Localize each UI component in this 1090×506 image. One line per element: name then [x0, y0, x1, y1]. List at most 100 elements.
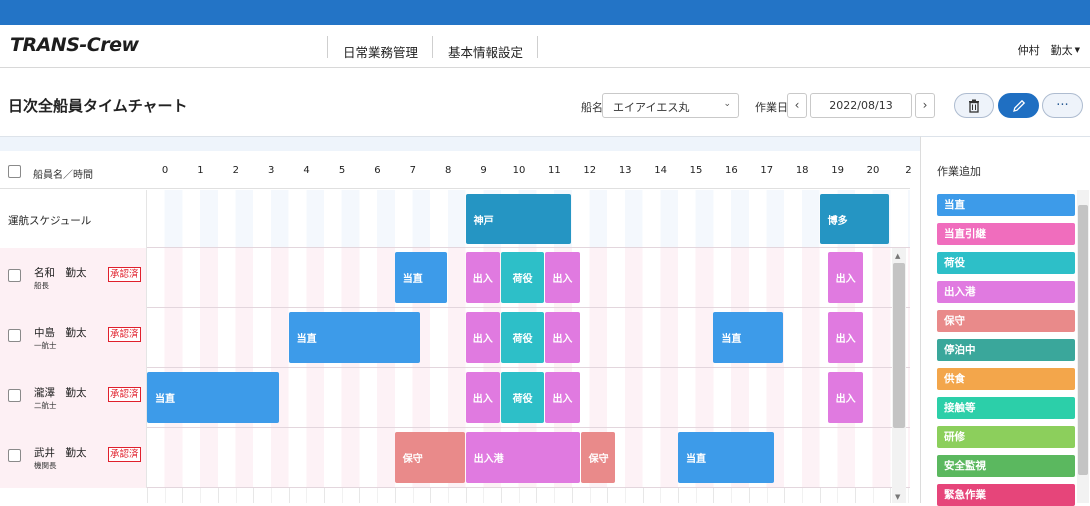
delete-button[interactable] [954, 93, 994, 118]
header-crew-time-label: 船員名／時間 [33, 170, 93, 181]
caret-down-icon: ▼ [1074, 46, 1080, 54]
task-bar[interactable]: 荷役 [501, 312, 545, 363]
crew-checkbox[interactable] [8, 449, 21, 462]
approved-stamp: 承認済 [108, 447, 141, 462]
side-scroll-thumb[interactable] [1078, 205, 1088, 475]
crew-checkbox[interactable] [8, 269, 21, 282]
hour-label: 11 [548, 165, 561, 176]
hour-label: 17 [760, 165, 774, 176]
side-panel-title: 作業追加 [937, 165, 981, 178]
hour-label: 5 [338, 165, 346, 176]
hour-label: 15 [689, 165, 703, 176]
task-bar[interactable]: 出入 [828, 372, 863, 423]
task-bar[interactable]: 当直 [394, 252, 447, 303]
date-input[interactable]: 2022/08/13 [810, 93, 912, 118]
hour-label: 20 [866, 165, 880, 176]
task-bar[interactable]: 出入 [545, 252, 580, 303]
hour-label: 2 [232, 165, 239, 176]
task-bar[interactable]: 当直 [288, 312, 421, 363]
task-bar[interactable]: 当直 [147, 372, 279, 423]
hour-label: 2 [905, 165, 912, 176]
crew-checkbox[interactable] [8, 329, 21, 342]
crew-role: 一航士 [34, 341, 57, 350]
scroll-up-icon[interactable]: ▲ [895, 252, 900, 260]
nav-daily-work[interactable]: 日常業務管理 [343, 42, 418, 61]
hour-label: 16 [725, 165, 738, 176]
crew-role: 機関長 [34, 461, 57, 470]
schedule-bar[interactable]: 博多 [819, 194, 890, 244]
next-date-button[interactable]: › [915, 93, 935, 118]
ship-select[interactable]: エイアイエス丸 ⌄ [602, 93, 739, 118]
scroll-down-icon[interactable]: ▼ [895, 493, 900, 501]
schedule-label: 運航スケジュール [8, 215, 92, 227]
task-bar[interactable]: 出入 [828, 252, 863, 303]
user-name: 仲村 勤太 [1017, 44, 1073, 57]
ship-label: 船名 [581, 101, 603, 114]
crew-name: 瀧澤 勤太 [34, 387, 87, 399]
top-accent-bar [0, 0, 1090, 25]
task-bar[interactable]: 荷役 [501, 372, 545, 423]
navbar: TRANS-Crew [0, 25, 1090, 68]
task-palette-item[interactable]: 接触等 [937, 397, 1075, 419]
task-palette-item[interactable]: 当直 [937, 194, 1075, 216]
hour-label: 4 [303, 165, 310, 176]
task-palette-item[interactable]: 当直引継 [937, 223, 1075, 245]
approved-stamp: 承認済 [108, 327, 141, 342]
task-bar[interactable]: 出入 [545, 312, 580, 363]
chart-top-band [0, 137, 920, 151]
crew-name: 中島 勤太 [34, 327, 87, 339]
task-bar[interactable]: 出入 [465, 372, 500, 423]
ship-select-value: エイアイエス丸 [613, 101, 690, 114]
work-date-label: 作業日 [755, 101, 788, 114]
task-palette-item[interactable]: 保守 [937, 310, 1075, 332]
task-palette-item[interactable]: 出入港 [937, 281, 1075, 303]
hour-label: 7 [409, 165, 416, 176]
schedule-bar[interactable]: 神戸 [465, 194, 571, 244]
hour-label: 13 [618, 165, 632, 176]
crew-checkbox[interactable] [8, 389, 21, 402]
hour-label: 8 [445, 165, 452, 176]
hour-label: 0 [161, 165, 169, 176]
app-logo[interactable]: TRANS-Crew [10, 34, 139, 56]
task-palette-item[interactable]: 安全監視 [937, 455, 1075, 477]
task-palette-item[interactable]: 研修 [937, 426, 1075, 448]
select-all-checkbox[interactable] [8, 165, 21, 178]
task-bar[interactable]: 当直 [713, 312, 784, 363]
task-palette-item[interactable]: 荷役 [937, 252, 1075, 274]
task-bar[interactable]: 保守 [394, 432, 465, 483]
nav-basic-settings[interactable]: 基本情報設定 [448, 42, 523, 61]
task-bar[interactable]: 出入 [828, 312, 863, 363]
more-button[interactable]: ··· [1042, 93, 1083, 118]
chart-scroll-thumb[interactable] [893, 263, 905, 428]
approved-stamp: 承認済 [108, 387, 141, 402]
crew-role: 二航士 [34, 401, 57, 410]
task-bar[interactable]: 出入 [465, 252, 500, 303]
approved-stamp: 承認済 [108, 267, 141, 282]
task-palette-item[interactable]: 供食 [937, 368, 1075, 390]
task-bar[interactable]: 出入 [465, 312, 500, 363]
hour-label: 9 [480, 165, 487, 176]
nav-divider [537, 36, 538, 58]
hour-label: 18 [795, 165, 809, 176]
page-title: 日次全船員タイムチャート [8, 97, 188, 115]
task-bar[interactable]: 荷役 [501, 252, 545, 303]
pencil-icon [1012, 99, 1025, 112]
crew-name: 名和 勤太 [34, 267, 87, 279]
nav-divider [327, 36, 328, 58]
hour-label: 6 [374, 165, 381, 176]
nav-divider [432, 36, 433, 58]
task-bar[interactable]: 保守 [580, 432, 616, 483]
hour-label: 12 [583, 165, 597, 176]
trash-icon [969, 99, 979, 113]
prev-date-button[interactable]: ‹ [787, 93, 807, 118]
task-bar[interactable]: 出入港 [465, 432, 580, 483]
hour-label: 19 [831, 165, 844, 176]
task-bar[interactable]: 当直 [678, 432, 775, 483]
task-bar[interactable]: 出入 [545, 372, 580, 423]
crew-name: 武井 勤太 [34, 447, 87, 459]
task-palette-item[interactable]: 停泊中 [937, 339, 1075, 361]
user-menu[interactable]: 仲村 勤太 ▼ [1018, 42, 1080, 58]
hour-label: 10 [512, 165, 526, 176]
edit-button[interactable] [998, 93, 1039, 118]
crew-role: 船長 [34, 281, 49, 290]
